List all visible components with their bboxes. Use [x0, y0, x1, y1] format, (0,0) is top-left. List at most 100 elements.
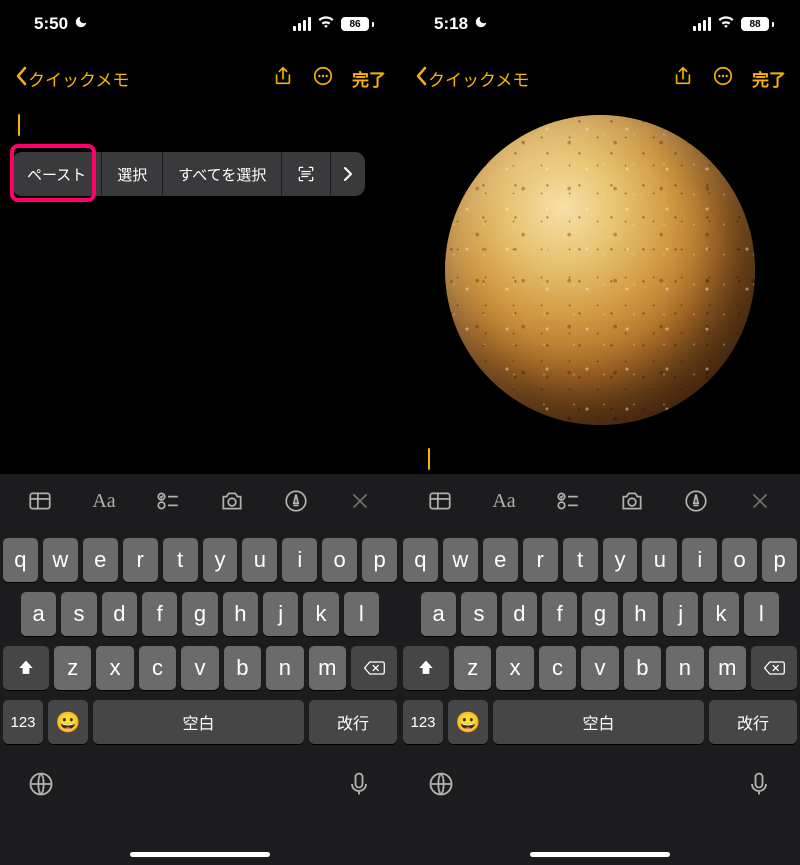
key-c[interactable]: c: [539, 646, 576, 690]
key-f[interactable]: f: [142, 592, 177, 636]
key-m[interactable]: m: [709, 646, 746, 690]
text-format-icon[interactable]: Aa: [482, 479, 526, 523]
key-k[interactable]: k: [703, 592, 738, 636]
key-j[interactable]: j: [663, 592, 698, 636]
backspace-key[interactable]: [751, 646, 797, 690]
space-key[interactable]: 空白: [493, 700, 704, 744]
key-t[interactable]: t: [563, 538, 598, 582]
key-b[interactable]: b: [224, 646, 261, 690]
key-l[interactable]: l: [744, 592, 779, 636]
table-icon[interactable]: [18, 479, 62, 523]
mic-icon[interactable]: [345, 770, 373, 803]
battery-icon: 86: [341, 17, 374, 31]
key-y[interactable]: y: [203, 538, 238, 582]
close-keyboard-icon[interactable]: [338, 479, 382, 523]
globe-icon[interactable]: [427, 770, 455, 803]
key-z[interactable]: z: [454, 646, 491, 690]
camera-icon[interactable]: [210, 479, 254, 523]
key-h[interactable]: h: [223, 592, 258, 636]
mic-icon[interactable]: [745, 770, 773, 803]
key-i[interactable]: i: [282, 538, 317, 582]
markup-icon[interactable]: [674, 479, 718, 523]
key-n[interactable]: n: [266, 646, 303, 690]
key-d[interactable]: d: [502, 592, 537, 636]
checklist-icon[interactable]: [546, 479, 590, 523]
key-p[interactable]: p: [362, 538, 397, 582]
key-u[interactable]: u: [642, 538, 677, 582]
home-indicator[interactable]: [130, 852, 270, 857]
pasted-image[interactable]: [432, 100, 768, 440]
checklist-icon[interactable]: [146, 479, 190, 523]
emoji-key[interactable]: 😀: [48, 700, 88, 744]
key-l[interactable]: l: [344, 592, 379, 636]
text-format-icon[interactable]: Aa: [82, 479, 126, 523]
more-icon[interactable]: [712, 65, 734, 92]
close-keyboard-icon[interactable]: [738, 479, 782, 523]
key-v[interactable]: v: [181, 646, 218, 690]
share-icon[interactable]: [672, 65, 694, 92]
numbers-key[interactable]: 123: [403, 700, 443, 744]
done-button[interactable]: 完了: [352, 66, 386, 91]
key-q[interactable]: q: [3, 538, 38, 582]
key-e[interactable]: e: [483, 538, 518, 582]
back-button[interactable]: クイックメモ: [14, 66, 129, 91]
key-j[interactable]: j: [263, 592, 298, 636]
key-t[interactable]: t: [163, 538, 198, 582]
key-row-1: qwertyuiop: [3, 538, 397, 582]
shift-key[interactable]: [3, 646, 49, 690]
menu-select-all[interactable]: すべてを選択: [163, 152, 282, 196]
key-r[interactable]: r: [123, 538, 158, 582]
more-icon[interactable]: [312, 65, 334, 92]
space-key[interactable]: 空白: [93, 700, 304, 744]
key-x[interactable]: x: [96, 646, 133, 690]
key-i[interactable]: i: [682, 538, 717, 582]
camera-icon[interactable]: [610, 479, 654, 523]
shift-key[interactable]: [403, 646, 449, 690]
key-c[interactable]: c: [139, 646, 176, 690]
key-row-2: asdfghjkl: [403, 592, 797, 636]
key-h[interactable]: h: [623, 592, 658, 636]
key-p[interactable]: p: [762, 538, 797, 582]
key-r[interactable]: r: [523, 538, 558, 582]
key-o[interactable]: o: [722, 538, 757, 582]
key-x[interactable]: x: [496, 646, 533, 690]
key-v[interactable]: v: [581, 646, 618, 690]
table-icon[interactable]: [418, 479, 462, 523]
menu-scan-text[interactable]: [282, 152, 331, 196]
key-u[interactable]: u: [242, 538, 277, 582]
menu-select[interactable]: 選択: [102, 152, 163, 196]
key-w[interactable]: w: [43, 538, 78, 582]
numbers-key[interactable]: 123: [3, 700, 43, 744]
back-button[interactable]: クイックメモ: [414, 66, 529, 91]
key-a[interactable]: a: [21, 592, 56, 636]
globe-icon[interactable]: [27, 770, 55, 803]
key-d[interactable]: d: [102, 592, 137, 636]
key-a[interactable]: a: [421, 592, 456, 636]
status-time: 5:18: [434, 14, 468, 34]
key-n[interactable]: n: [666, 646, 703, 690]
key-k[interactable]: k: [303, 592, 338, 636]
home-indicator[interactable]: [530, 852, 670, 857]
key-s[interactable]: s: [461, 592, 496, 636]
return-key[interactable]: 改行: [709, 700, 797, 744]
key-f[interactable]: f: [542, 592, 577, 636]
key-w[interactable]: w: [443, 538, 478, 582]
return-key[interactable]: 改行: [309, 700, 397, 744]
key-g[interactable]: g: [182, 592, 217, 636]
menu-paste[interactable]: ペースト: [12, 152, 102, 196]
key-z[interactable]: z: [54, 646, 91, 690]
key-s[interactable]: s: [61, 592, 96, 636]
done-button[interactable]: 完了: [752, 66, 786, 91]
key-b[interactable]: b: [624, 646, 661, 690]
key-o[interactable]: o: [322, 538, 357, 582]
key-q[interactable]: q: [403, 538, 438, 582]
key-g[interactable]: g: [582, 592, 617, 636]
key-e[interactable]: e: [83, 538, 118, 582]
share-icon[interactable]: [272, 65, 294, 92]
emoji-key[interactable]: 😀: [448, 700, 488, 744]
backspace-key[interactable]: [351, 646, 397, 690]
key-m[interactable]: m: [309, 646, 346, 690]
menu-more-arrow[interactable]: [331, 152, 365, 196]
markup-icon[interactable]: [274, 479, 318, 523]
key-y[interactable]: y: [603, 538, 638, 582]
